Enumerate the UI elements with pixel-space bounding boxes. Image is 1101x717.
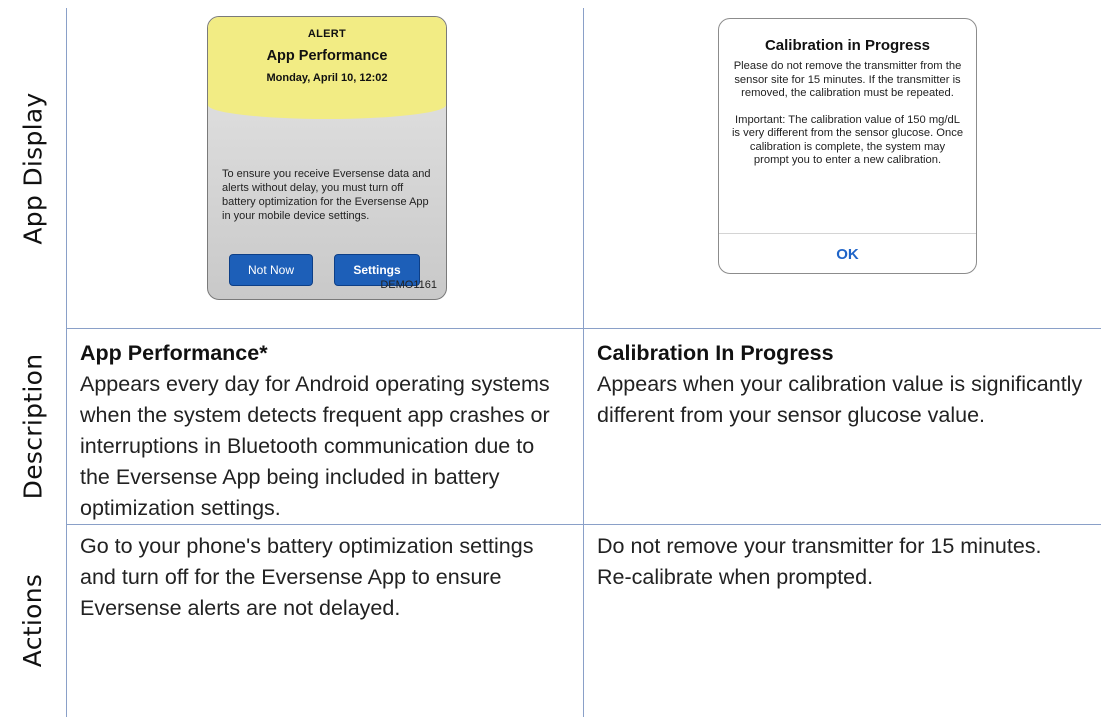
alert-code: DEMO1161 [380,279,437,291]
description-left-title: App Performance* [80,341,268,365]
not-now-button[interactable]: Not Now [229,254,313,286]
actions-left-text: Go to your phone's battery optimization … [80,534,534,620]
ok-button[interactable]: OK [719,233,976,273]
alert-title: App Performance [266,48,388,64]
row-label-description: Description [0,328,66,524]
row-divider-1 [66,328,1101,329]
calibration-dialog-message: Please do not remove the transmitter fro… [731,60,964,168]
row-label-actions: Actions [0,524,66,717]
row-label-app-display-text: App Display [18,91,48,245]
row-label-actions-text: Actions [18,573,48,668]
alert-message: To ensure you receive Eversense data and… [222,168,431,222]
actions-right-line-1: Do not remove your transmitter for 15 mi… [597,534,1042,558]
row-label-app-display: App Display [0,8,66,328]
alert-header: ALERT App Performance Monday, April 10, … [208,17,446,119]
alert-kicker: ALERT [307,28,347,40]
actions-right-cell: Do not remove your transmitter for 15 mi… [597,531,1097,593]
calibration-dialog-title: Calibration in Progress [764,37,931,54]
description-left-text: Appears every day for Android operating … [80,372,550,520]
actions-right-line-2: Re-calibrate when prompted. [597,565,874,589]
column-divider-middle [583,8,584,717]
column-divider-label [66,8,67,717]
row-divider-2 [66,524,1101,525]
description-right-text: Appears when your calibration value is s… [597,372,1083,427]
calibration-dialog: Calibration in Progress Please do not re… [718,18,977,274]
app-performance-alert-dialog: ALERT App Performance Monday, April 10, … [207,16,447,300]
calibration-paragraph-2: Important: The calibration value of 150 … [731,113,964,167]
calibration-paragraph-1: Please do not remove the transmitter fro… [733,60,962,99]
alert-date: Monday, April 10, 12:02 [266,72,388,84]
description-left-cell: App Performance* Appears every day for A… [80,338,570,524]
description-right-cell: Calibration In Progress Appears when you… [597,338,1097,431]
row-label-description-text: Description [18,353,48,499]
actions-left-cell: Go to your phone's battery optimization … [80,531,560,624]
description-right-title: Calibration In Progress [597,341,834,365]
